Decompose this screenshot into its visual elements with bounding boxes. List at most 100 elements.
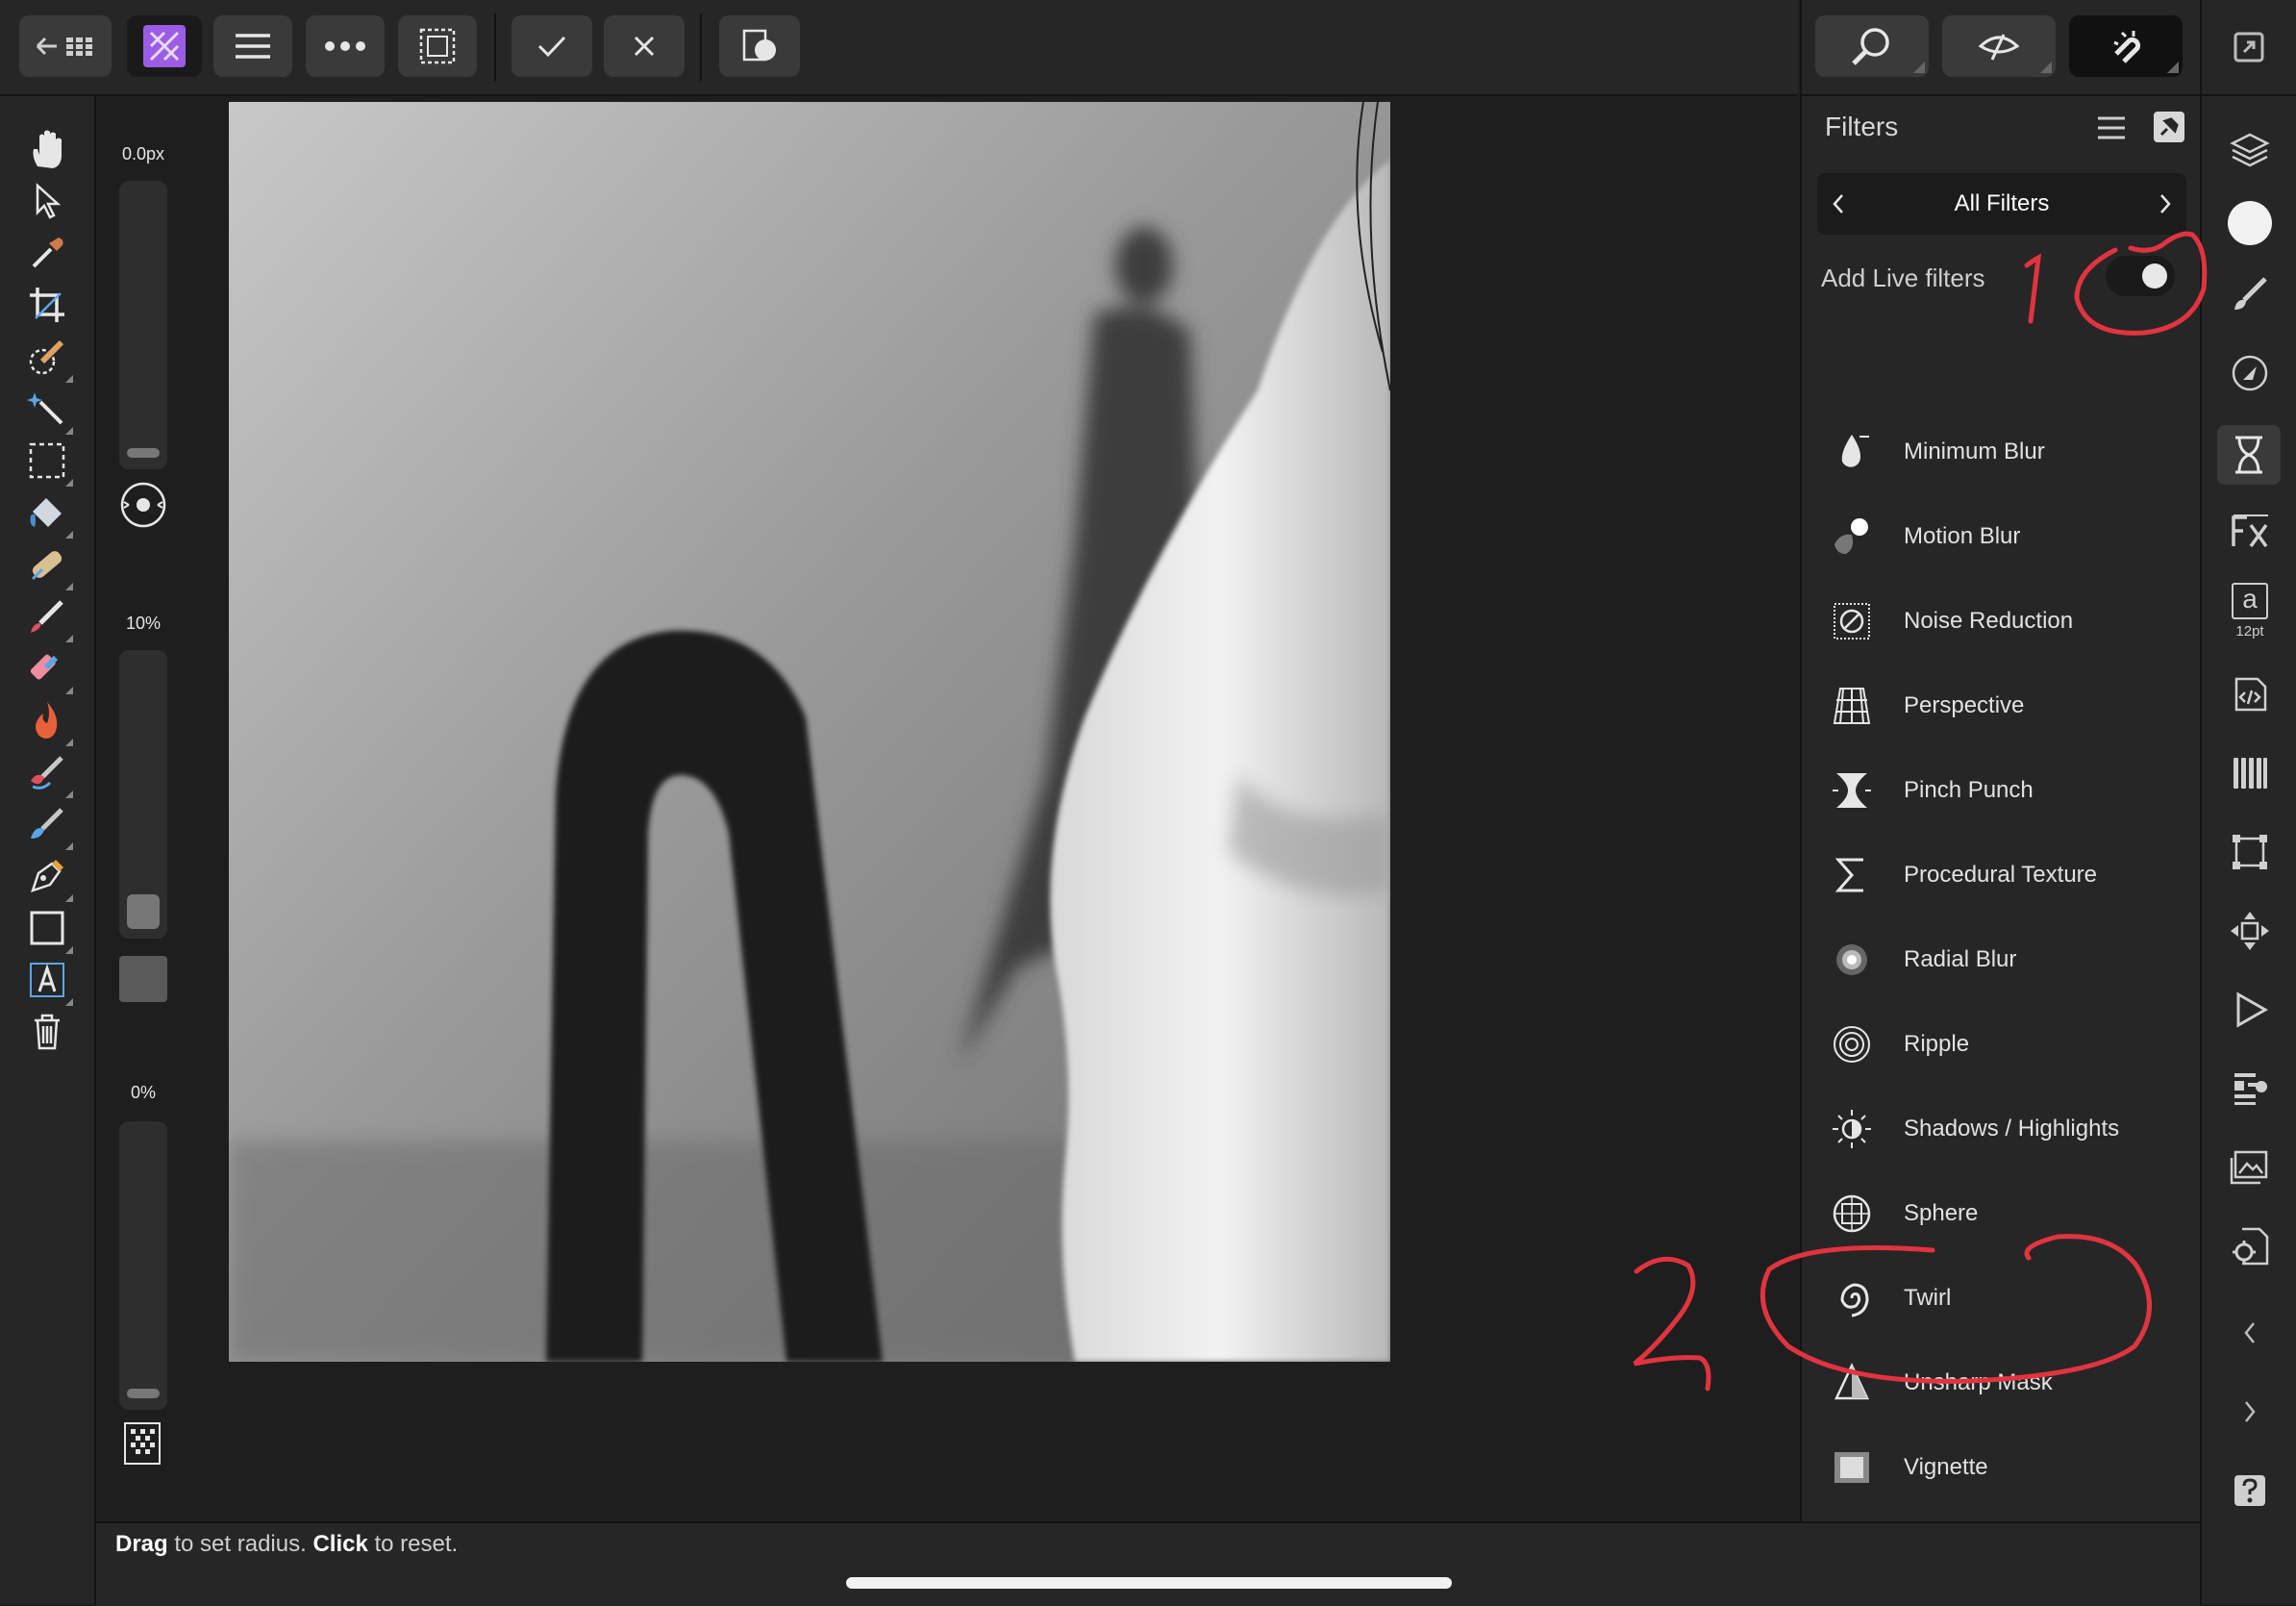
adjustments-studio-button[interactable] xyxy=(2223,346,2277,400)
color-picker-tool[interactable] xyxy=(19,225,75,281)
color-swatch[interactable] xyxy=(119,956,167,1002)
checkmark-icon xyxy=(537,36,566,58)
width-slider[interactable] xyxy=(119,181,167,469)
pen-tool[interactable] xyxy=(19,848,75,904)
photo-image xyxy=(229,102,1390,1362)
character-icon: a xyxy=(2232,582,2268,619)
filter-item[interactable]: Pinch Punch xyxy=(1802,748,2202,833)
flow-slider[interactable] xyxy=(119,1121,167,1410)
brushes-studio-button[interactable] xyxy=(2223,267,2277,321)
live-filters-toggle[interactable] xyxy=(2106,256,2175,296)
rectangle-shape-icon xyxy=(30,911,64,945)
filter-item[interactable]: Noise Reduction xyxy=(1802,579,2202,664)
code-doc-icon xyxy=(2234,677,2267,712)
apply-button[interactable] xyxy=(512,15,592,77)
color-studio-button[interactable] xyxy=(2223,196,2277,250)
opacity-slider[interactable] xyxy=(119,650,167,939)
width-slider-thumb[interactable] xyxy=(127,448,160,458)
smudge-tool[interactable] xyxy=(19,744,75,800)
expand-right-button[interactable] xyxy=(2223,1385,2277,1439)
transform-studio-button[interactable] xyxy=(2223,825,2277,879)
view-tool[interactable] xyxy=(19,121,75,177)
filter-item[interactable]: Radial Blur xyxy=(1802,917,2202,1002)
history-studio-button[interactable] xyxy=(2223,983,2277,1037)
filter-item[interactable]: Perspective xyxy=(1802,664,2202,748)
filter-item-label: Minimum Blur xyxy=(1904,439,2045,464)
settings-studio-button[interactable] xyxy=(2223,1219,2277,1273)
info-studio-button[interactable] xyxy=(2223,1062,2277,1116)
flame-icon xyxy=(36,702,58,739)
shape-tool[interactable] xyxy=(19,900,75,956)
channels-studio-button[interactable] xyxy=(2223,746,2277,800)
width-value: 0.0px xyxy=(121,144,165,163)
effects-studio-button[interactable] xyxy=(2223,504,2277,558)
opacity-slider-thumb[interactable] xyxy=(127,894,160,929)
selection-button[interactable] xyxy=(398,15,477,77)
view-mode-button[interactable] xyxy=(1942,15,2056,77)
pointer-arrow-icon xyxy=(36,183,62,219)
jitter-settings-icon[interactable] xyxy=(119,481,167,529)
text-tool[interactable] xyxy=(19,952,75,1008)
brush-texture-icon[interactable] xyxy=(121,1419,163,1468)
studio-panel-bar: a 12pt xyxy=(2200,96,2296,1604)
paint-brush-tool[interactable] xyxy=(19,589,75,644)
unsharp-mask-icon xyxy=(1831,1362,1873,1404)
filter-item[interactable]: Unsharp Mask xyxy=(1802,1341,2202,1425)
back-to-documents-button[interactable] xyxy=(19,15,112,77)
filter-item[interactable]: Vignette xyxy=(1802,1425,2202,1510)
macro-studio-button[interactable] xyxy=(2223,667,2277,721)
layers-studio-button[interactable] xyxy=(2223,123,2277,177)
clone-brush-tool[interactable] xyxy=(19,796,75,852)
layers-icon xyxy=(2230,133,2270,167)
erase-brush-tool[interactable] xyxy=(19,640,75,696)
flood-select-tool[interactable] xyxy=(19,381,75,437)
dropdown-corner xyxy=(2167,62,2179,73)
inpainting-tool[interactable] xyxy=(19,537,75,592)
persona-switcher-button[interactable] xyxy=(127,15,202,77)
help-button[interactable] xyxy=(2223,1464,2277,1518)
filter-item-label: Ripple xyxy=(1904,1031,1970,1057)
menu-button[interactable] xyxy=(213,15,292,77)
stock-studio-button[interactable] xyxy=(2223,1141,2277,1194)
panel-menu-icon[interactable] xyxy=(2096,115,2127,140)
filter-item[interactable]: Minimum Blur xyxy=(1802,410,2202,494)
text-styles-studio-button[interactable]: a 12pt xyxy=(2223,577,2277,644)
cancel-button[interactable] xyxy=(604,15,685,77)
pin-panel-button[interactable] xyxy=(2154,112,2184,142)
vignette-icon xyxy=(1831,1446,1873,1489)
annotation-mark-2 xyxy=(1633,1256,1711,1392)
filter-item[interactable]: Twirl xyxy=(1802,1256,2202,1341)
expand-icon[interactable] xyxy=(2233,31,2265,63)
document-canvas[interactable] xyxy=(229,102,1390,1362)
filter-item-label: Unsharp Mask xyxy=(1904,1369,2053,1395)
crop-tool[interactable] xyxy=(19,277,75,333)
home-indicator[interactable] xyxy=(846,1577,1452,1589)
snapping-button[interactable] xyxy=(2069,15,2183,77)
flow-slider-thumb[interactable] xyxy=(127,1389,160,1398)
filters-studio-button[interactable] xyxy=(2217,425,2281,485)
fill-tool[interactable] xyxy=(19,485,75,540)
help-icon xyxy=(2234,1475,2265,1506)
navigator-studio-button[interactable] xyxy=(2223,904,2277,958)
filter-item[interactable]: Procedural Texture xyxy=(1802,833,2202,917)
zoom-icon xyxy=(1852,28,1889,65)
marquee-tool[interactable] xyxy=(19,433,75,489)
split-view-button[interactable] xyxy=(719,15,800,77)
more-button[interactable] xyxy=(306,15,385,77)
chevron-right-icon[interactable] xyxy=(2158,192,2173,215)
collapse-left-button[interactable] xyxy=(2223,1306,2277,1360)
zoom-button[interactable] xyxy=(1815,15,1929,77)
fullscreen-area xyxy=(2200,0,2296,96)
filter-item[interactable]: Shadows / Highlights xyxy=(1802,1087,2202,1171)
filter-item[interactable]: Motion Blur xyxy=(1802,494,2202,579)
move-tool[interactable] xyxy=(19,173,75,229)
filter-item[interactable]: Ripple xyxy=(1802,1002,2202,1087)
paint-bucket-icon xyxy=(30,498,62,527)
dropdown-corner xyxy=(1913,62,1925,73)
delete-tool[interactable] xyxy=(19,1004,75,1060)
burn-tool[interactable] xyxy=(19,692,75,748)
selection-brush-tool[interactable] xyxy=(19,329,75,385)
filter-item[interactable]: Sphere xyxy=(1802,1171,2202,1256)
pinch-punch-icon xyxy=(1831,769,1873,812)
filter-category-selector[interactable]: All Filters xyxy=(1817,173,2186,235)
